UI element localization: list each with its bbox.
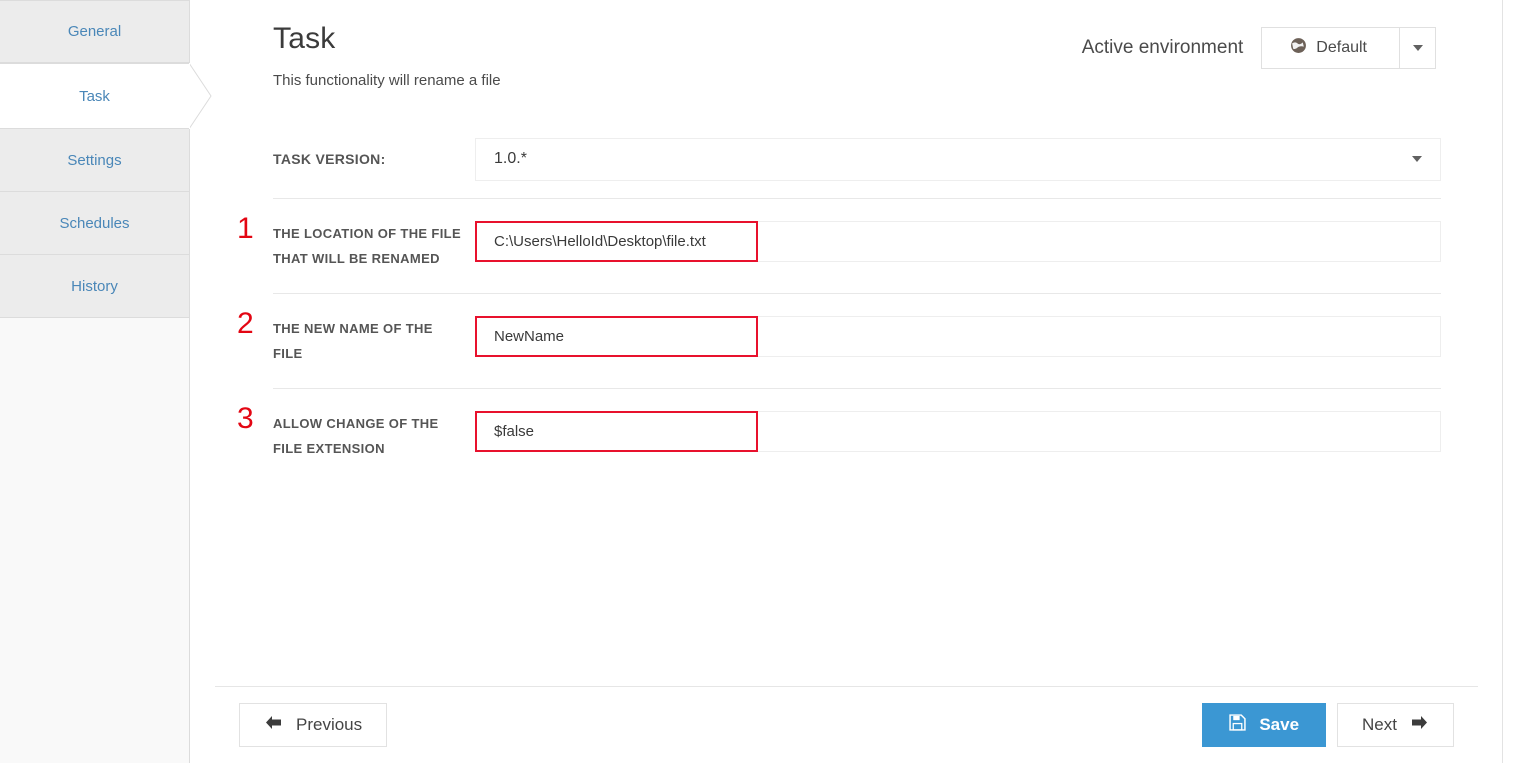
chevron-down-icon	[1412, 156, 1422, 162]
sidebar-item-settings[interactable]: Settings	[0, 129, 189, 192]
footer-right-actions: Save Next	[1202, 703, 1454, 747]
environment-value: Default	[1316, 39, 1367, 56]
sidebar-item-label: Task	[79, 87, 110, 105]
active-environment-area: Active environment Default	[1082, 27, 1436, 69]
field-1-label: THE LOCATION OF THE FILE THAT WILL BE RE…	[273, 226, 461, 266]
task-version-label: TASK VERSION:	[273, 151, 386, 167]
page-subtitle: This functionality will rename a file	[273, 72, 501, 89]
sidebar-item-label: Schedules	[59, 214, 130, 232]
environment-select-group: Default	[1261, 27, 1436, 69]
field-2-label: THE NEW NAME OF THE FILE	[273, 321, 433, 361]
field-row-2: 2 THE NEW NAME OF THE FILE	[237, 293, 1441, 388]
field-3-input-col	[475, 411, 1441, 452]
active-environment-label: Active environment	[1081, 37, 1244, 58]
sidebar: General Task Settings Schedules History	[0, 0, 212, 763]
task-version-row: TASK VERSION: 1.0.*	[273, 120, 1441, 198]
field-2-input-col	[475, 316, 1441, 357]
previous-button[interactable]: Previous	[239, 703, 388, 747]
arrow-left-icon	[264, 715, 283, 735]
main-content: Task This functionality will rename a fi…	[190, 0, 1503, 763]
chevron-down-icon	[1412, 45, 1423, 51]
arrow-right-icon	[1410, 715, 1429, 735]
previous-button-label: Previous	[296, 715, 363, 734]
annotation-number-1: 1	[237, 212, 254, 245]
field-row-1: 1 THE LOCATION OF THE FILE THAT WILL BE …	[237, 198, 1441, 293]
annotation-number-3: 3	[237, 402, 254, 435]
field-3-label-col: 3 ALLOW CHANGE OF THE FILE EXTENSION	[237, 403, 475, 461]
floppy-disk-icon	[1229, 714, 1247, 736]
next-button[interactable]: Next	[1337, 703, 1454, 747]
save-button-label: Save	[1259, 715, 1300, 734]
sidebar-item-label: History	[71, 277, 118, 295]
task-version-value: 1.0.*	[494, 150, 527, 167]
allow-extension-change-input[interactable]	[475, 411, 1441, 452]
field-3-label: ALLOW CHANGE OF THE FILE EXTENSION	[273, 416, 439, 456]
task-version-select[interactable]: 1.0.*	[475, 137, 1441, 181]
globe-icon	[1290, 37, 1307, 59]
field-row-3: 3 ALLOW CHANGE OF THE FILE EXTENSION	[237, 388, 1441, 483]
file-location-input[interactable]	[475, 221, 1441, 262]
task-version-input-col: 1.0.*	[475, 137, 1441, 181]
sidebar-item-general[interactable]: General	[0, 0, 189, 63]
app-window: General Task Settings Schedules History	[0, 0, 1513, 763]
sidebar-item-schedules[interactable]: Schedules	[0, 192, 189, 255]
next-button-label: Next	[1362, 715, 1397, 734]
field-2-label-col: 2 THE NEW NAME OF THE FILE	[237, 308, 475, 366]
task-version-label-col: TASK VERSION:	[273, 151, 475, 167]
sidebar-nav: General Task Settings Schedules History	[0, 0, 212, 318]
sidebar-item-history[interactable]: History	[0, 255, 189, 318]
sidebar-item-label: General	[67, 23, 122, 40]
environment-button[interactable]: Default	[1261, 27, 1400, 69]
task-form: TASK VERSION: 1.0.* 1 THE LOCATION OF TH…	[237, 120, 1441, 483]
field-1-input-col	[475, 221, 1441, 262]
annotation-number-2: 2	[237, 307, 254, 340]
environment-dropdown-toggle[interactable]	[1400, 27, 1436, 69]
sidebar-item-task[interactable]: Task	[0, 63, 212, 130]
sidebar-item-label: Settings	[67, 151, 122, 169]
save-button[interactable]: Save	[1202, 703, 1327, 747]
new-file-name-input[interactable]	[475, 316, 1441, 357]
field-1-label-col: 1 THE LOCATION OF THE FILE THAT WILL BE …	[237, 213, 475, 271]
form-footer: Previous Save Next	[215, 686, 1478, 763]
